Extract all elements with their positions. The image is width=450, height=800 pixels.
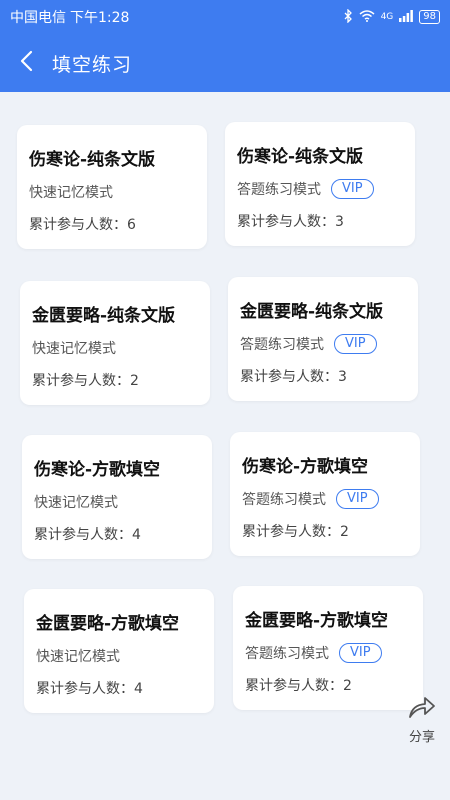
app-bar: 填空练习 (0, 34, 450, 92)
practice-card[interactable]: 金匮要略-方歌填空 快速记忆模式 累计参与人数：4 (24, 589, 214, 713)
vip-badge: VIP (331, 179, 374, 199)
practice-card[interactable]: 金匮要略-纯条文版 答题练习模式 VIP 累计参与人数：3 (228, 277, 418, 401)
practice-card[interactable]: 伤寒论-纯条文版 快速记忆模式 累计参与人数：6 (17, 125, 207, 249)
card-mode: 快速记忆模式 (34, 495, 118, 511)
card-title: 金匮要略-方歌填空 (36, 614, 180, 634)
practice-card[interactable]: 伤寒论-纯条文版 答题练习模式 VIP 累计参与人数：3 (225, 122, 415, 246)
card-participant-count: 累计参与人数：4 (36, 681, 143, 697)
card-participant-count: 累计参与人数：4 (34, 527, 141, 543)
status-bar: 中国电信 下午1:28 4G 98 (0, 0, 450, 34)
back-button[interactable] (6, 43, 46, 83)
card-mode: 快速记忆模式 (36, 649, 120, 665)
status-left: 中国电信 下午1:28 (10, 7, 129, 27)
page-title: 填空练习 (52, 53, 133, 76)
card-participant-count: 累计参与人数：2 (242, 524, 349, 540)
practice-card[interactable]: 金匮要略-方歌填空 答题练习模式 VIP 累计参与人数：2 (233, 586, 423, 710)
card-participant-count: 累计参与人数：2 (32, 373, 139, 389)
card-participant-count: 累计参与人数：3 (240, 369, 347, 385)
vip-badge: VIP (334, 334, 377, 354)
card-participant-count: 累计参与人数：3 (237, 214, 344, 230)
vip-badge: VIP (336, 489, 379, 509)
share-button[interactable]: 分享 (400, 694, 444, 750)
network-type: 4G (380, 12, 394, 22)
card-mode: 答题练习模式 VIP (245, 643, 423, 663)
card-mode: 快速记忆模式 (32, 341, 116, 357)
status-right: 4G 98 (343, 7, 440, 26)
wifi-icon (359, 9, 375, 25)
carrier-name: 中国电信 (10, 10, 66, 26)
card-mode: 答题练习模式 VIP (242, 489, 420, 509)
bluetooth-icon (343, 7, 353, 26)
practice-card[interactable]: 伤寒论-方歌填空 答题练习模式 VIP 累计参与人数：2 (230, 432, 420, 556)
card-title: 伤寒论-纯条文版 (237, 147, 364, 167)
card-mode: 快速记忆模式 (29, 185, 113, 201)
card-mode: 答题练习模式 VIP (240, 334, 418, 354)
card-title: 伤寒论-方歌填空 (242, 457, 369, 477)
card-title: 金匮要略-纯条文版 (32, 306, 176, 326)
practice-card[interactable]: 金匮要略-纯条文版 快速记忆模式 累计参与人数：2 (20, 281, 210, 405)
share-label: 分享 (408, 730, 435, 745)
practice-grid: 伤寒论-纯条文版 快速记忆模式 累计参与人数：6 伤寒论-纯条文版 答题练习模式… (0, 92, 450, 800)
share-icon (407, 694, 437, 724)
battery-icon: 98 (419, 10, 440, 24)
card-title: 伤寒论-纯条文版 (29, 150, 156, 170)
status-time: 下午1:28 (70, 10, 130, 26)
signal-icon (399, 9, 414, 25)
card-participant-count: 累计参与人数：2 (245, 678, 352, 694)
card-participant-count: 累计参与人数：6 (29, 217, 136, 233)
card-mode: 答题练习模式 VIP (237, 179, 415, 199)
back-arrow-icon (19, 50, 33, 76)
card-title: 金匮要略-方歌填空 (245, 611, 389, 631)
card-title: 金匮要略-纯条文版 (240, 302, 384, 322)
card-title: 伤寒论-方歌填空 (34, 460, 161, 480)
vip-badge: VIP (339, 643, 382, 663)
practice-card[interactable]: 伤寒论-方歌填空 快速记忆模式 累计参与人数：4 (22, 435, 212, 559)
